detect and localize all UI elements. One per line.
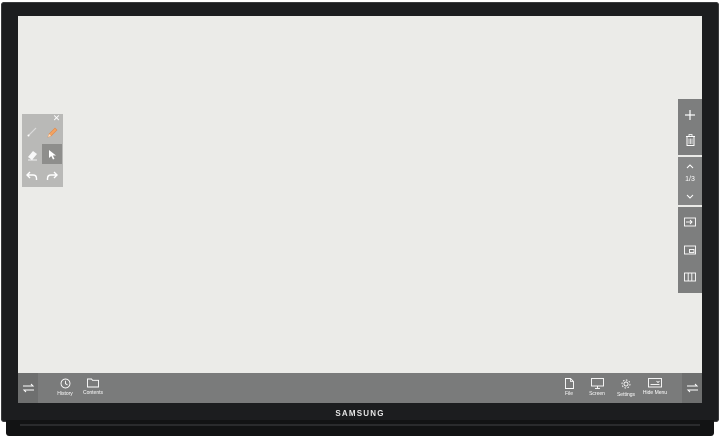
settings-button[interactable]: Settings [615,373,637,403]
contents-label: Contents [82,390,103,396]
history-button[interactable]: History [54,373,76,403]
monitor-icon [590,378,604,389]
chevron-down-icon [686,194,694,199]
file-label: File [564,391,574,397]
select-tool[interactable] [42,144,62,164]
bottom-menu-bar: History Contents File Screen Settings Hi… [18,373,702,403]
pencil-icon [47,127,57,137]
next-page-button[interactable] [678,189,702,203]
gear-icon [621,379,631,389]
picture-in-picture-icon [684,245,696,255]
file-button[interactable]: File [560,373,578,403]
page-indicator: 1/3 [685,176,695,183]
pen-thin-icon [27,127,37,137]
redo-button[interactable] [42,166,62,186]
display-stand [6,420,714,436]
undo-icon [26,171,38,180]
view-group [678,207,702,293]
screen-label: Screen [589,391,605,397]
trash-icon [685,134,695,146]
import-icon [684,217,696,227]
hide-menu-icon [648,378,662,388]
brand-logo: SAMSUNG [335,409,385,418]
pen-thin-tool[interactable] [22,122,42,142]
plus-icon [685,110,695,120]
drawing-canvas[interactable] [18,16,702,373]
side-toolbar: 1/3 [678,99,702,293]
move-menu-right-button[interactable] [682,373,702,403]
stand-lip [20,424,700,426]
screen-button[interactable]: Screen [586,373,608,403]
folder-icon [87,378,99,388]
delete-page-button[interactable] [678,128,702,152]
select-arrow-icon [48,149,56,159]
clock-icon [60,378,70,389]
import-button[interactable] [678,210,702,234]
page-nav-group: 1/3 [678,157,702,205]
redo-icon [46,171,58,180]
prev-page-button[interactable] [678,159,702,173]
add-page-button[interactable] [678,103,702,127]
pip-button[interactable] [678,238,702,262]
page-edit-group [678,99,702,155]
undo-button[interactable] [22,166,42,186]
swap-arrows-icon [22,383,34,393]
eraser-icon [27,150,37,160]
file-icon [564,378,574,389]
split-view-button[interactable] [678,265,702,289]
move-menu-left-button[interactable] [18,373,38,403]
pencil-tool[interactable] [42,122,62,142]
pen-tool-palette: ✕ [22,114,63,187]
hide-menu-label: Hide Menu [642,390,668,396]
contents-button[interactable]: Contents [81,373,105,403]
whiteboard-screen: ✕ 1/3 History Contents File Screen Setti… [18,16,702,403]
eraser-tool[interactable] [22,144,42,164]
chevron-up-icon [686,163,694,168]
settings-label: Settings [616,392,636,398]
history-label: History [57,391,73,397]
split-view-icon [684,272,696,282]
hide-menu-button[interactable]: Hide Menu [641,373,669,403]
swap-arrows-icon [686,383,698,393]
